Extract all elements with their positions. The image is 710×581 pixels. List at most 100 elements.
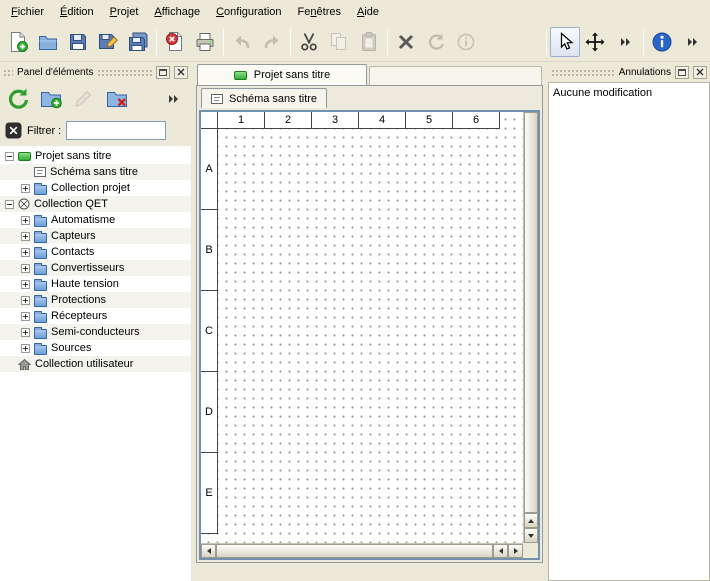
menu-aide[interactable]: Aide [349,2,387,21]
save-all-button[interactable] [123,27,153,57]
edit-element-button[interactable] [69,84,99,114]
double-chevron-icon [169,95,178,103]
menu-projet[interactable]: Projet [102,2,147,21]
save-button[interactable] [63,27,93,57]
delete-element-button[interactable] [102,84,132,114]
tree-item-capteurs[interactable]: Capteurs [0,228,191,244]
expand-icon[interactable] [21,216,30,225]
delete-button[interactable] [391,27,421,57]
rotate-button[interactable] [421,27,451,57]
main-area: Panel d'éléments Filtrer : [0,62,710,581]
undo-history-item[interactable]: Aucune modification [553,85,705,100]
menu-edition[interactable]: Édition [52,2,102,21]
toolbar-overflow-button[interactable] [610,27,640,57]
about-qet-button[interactable] [647,27,677,57]
panel-overflow-button[interactable] [158,84,188,114]
dock-close-button[interactable] [174,66,188,79]
toolbar-extension-button[interactable] [677,27,707,57]
tree-item-automatisme[interactable]: Automatisme [0,212,191,228]
toolbar-separator [156,29,157,55]
horizontal-scrollbar[interactable] [201,543,523,558]
expand-icon[interactable] [21,264,30,273]
float-icon [159,69,167,76]
scroll-left-button[interactable] [201,544,216,558]
folder-icon [34,345,47,355]
folder-icon [34,281,47,291]
tab-projet-sans-titre[interactable]: Projet sans titre [197,64,367,85]
expand-icon[interactable] [21,184,30,193]
vertical-scrollbar-thumb[interactable] [524,112,538,513]
menu-configuration[interactable]: Configuration [208,2,289,21]
tree-item-recepteurs[interactable]: Récepteurs [0,308,191,324]
collapse-icon[interactable] [5,200,14,209]
expand-icon[interactable] [21,328,30,337]
vertical-scrollbar[interactable] [523,112,538,543]
workspace: Projet sans titre Schéma sans titre 1 2 [195,62,544,581]
tree-item-convertisseurs[interactable]: Convertisseurs [0,260,191,276]
print-button[interactable] [190,27,220,57]
scroll-up-button[interactable] [524,513,538,528]
copy-button[interactable] [324,27,354,57]
dock-grip[interactable] [551,68,615,76]
scroll-right-button[interactable] [508,544,523,558]
expand-icon[interactable] [21,312,30,321]
tab-schema-sans-titre[interactable]: Schéma sans titre [201,88,327,108]
dock-grip[interactable] [3,68,13,76]
redo-button[interactable] [257,27,287,57]
new-file-button[interactable] [3,27,33,57]
tree-item-collection-qet[interactable]: Collection QET [0,196,191,212]
filter-input[interactable] [66,121,166,140]
menu-affichage[interactable]: Affichage [146,2,208,21]
elements-panel-dock: Panel d'éléments Filtrer : [0,62,191,581]
expand-icon[interactable] [21,248,30,257]
tree-item-projet-sans-titre[interactable]: Projet sans titre [0,148,191,164]
dock-close-button[interactable] [693,66,707,79]
expand-icon[interactable] [21,232,30,241]
close-file-button[interactable] [160,27,190,57]
green-reload-icon [6,86,30,113]
expand-icon[interactable] [21,344,30,353]
collapse-icon[interactable] [5,152,14,161]
tree-item-haute-tension[interactable]: Haute tension [0,276,191,292]
tree-item-schema-sans-titre[interactable]: Schéma sans titre [0,164,191,180]
tree-item-protections[interactable]: Protections [0,292,191,308]
new-element-button[interactable] [36,84,66,114]
expand-icon[interactable] [21,280,30,289]
menu-fenetres[interactable]: Fenêtres [290,2,349,21]
reload-collections-button[interactable] [3,84,33,114]
undo-button[interactable] [227,27,257,57]
scroll-down-button[interactable] [524,528,538,543]
tree-item-label: Collection utilisateur [35,358,133,370]
horizontal-scrollbar-thumb[interactable] [216,544,493,558]
undo-dock-title: Annulations [619,67,671,78]
pan-mode-button[interactable] [580,27,610,57]
open-file-button[interactable] [33,27,63,57]
elements-tree: Projet sans titre Schéma sans titre Coll… [0,146,191,581]
select-mode-button[interactable] [550,27,580,57]
diagram-view: 1 2 3 4 5 6 A B C D E [199,110,540,560]
tree-item-collection-utilisateur[interactable]: Collection utilisateur [0,356,191,372]
tree-item-contacts[interactable]: Contacts [0,244,191,260]
tree-item-label: Contacts [51,246,94,258]
diagram-canvas[interactable]: 1 2 3 4 5 6 A B C D E [201,112,523,543]
menu-fichier[interactable]: Fichier [3,2,52,21]
tree-item-sources[interactable]: Sources [0,340,191,356]
float-icon [678,69,686,76]
toolbar-separator [290,29,291,55]
dock-grip[interactable] [97,68,152,76]
dock-float-button[interactable] [675,66,689,79]
tree-item-collection-projet[interactable]: Collection projet [0,180,191,196]
tree-item-semi-conducteurs[interactable]: Semi-conducteurs [0,324,191,340]
scroll-left-button-2[interactable] [493,544,508,558]
clear-filter-button[interactable] [5,122,22,139]
dock-float-button[interactable] [156,66,170,79]
save-as-button[interactable] [93,27,123,57]
menu-label: ffichage [162,6,200,18]
tree-item-label: Collection QET [34,198,108,210]
undo-dock-titlebar: Annulations [548,64,710,80]
element-info-button[interactable] [451,27,481,57]
expand-icon[interactable] [21,296,30,305]
cut-button[interactable] [294,27,324,57]
page-plus-icon [7,31,29,53]
paste-button[interactable] [354,27,384,57]
